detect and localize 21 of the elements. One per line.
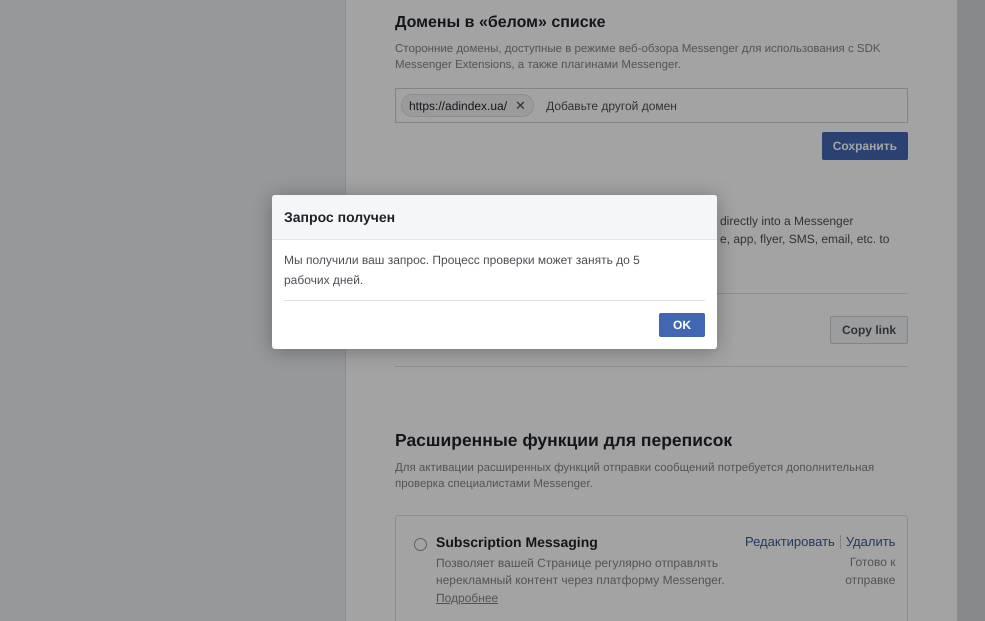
- section-description: e, app, flyer, SMS, email, etc. to: [720, 231, 890, 248]
- feature-description: Позволяет вашей Странице регулярно отправлять нерекламный контент через платформу Messenger.: [436, 555, 726, 589]
- ok-button[interactable]: OK: [659, 313, 705, 337]
- edit-link[interactable]: Редактировать: [745, 534, 835, 549]
- domain-input-field[interactable]: https://adindex.ua/ ✕ Добавьте другой домен: [395, 88, 908, 123]
- section-description: directly into a Messenger: [720, 213, 854, 230]
- dialog-title: Запрос получен: [284, 209, 396, 225]
- section-description: Сторонние домены, доступные в режиме веб-обзора Messenger для использования с SDK Messenger Extensions, а также плагинами Messenger.: [395, 42, 882, 73]
- section-title: Расширенные функции для переписок: [395, 430, 734, 451]
- section-description: Для активации расширенных функций отправки сообщений потребуется дополнительная проверка специалистами Messenger.: [395, 461, 876, 492]
- copy-link-button[interactable]: Copy link: [830, 316, 908, 344]
- learn-more-link[interactable]: Подробнее: [436, 590, 498, 606]
- dialog-message: Мы получили ваш запрос. Процесс проверки может занять до 5 рабочих дней.: [284, 250, 705, 301]
- remove-icon[interactable]: ✕: [515, 98, 526, 113]
- feature-title: Subscription Messaging: [436, 534, 599, 550]
- domain-token: https://adindex.ua/ ✕: [401, 94, 534, 117]
- radio-button[interactable]: [414, 538, 427, 551]
- section-title: Домены в «белом» списке: [395, 14, 607, 32]
- delete-link[interactable]: Удалить: [846, 534, 896, 549]
- save-button[interactable]: Сохранить: [822, 132, 908, 160]
- status-text: Готово к отправке: [844, 554, 896, 589]
